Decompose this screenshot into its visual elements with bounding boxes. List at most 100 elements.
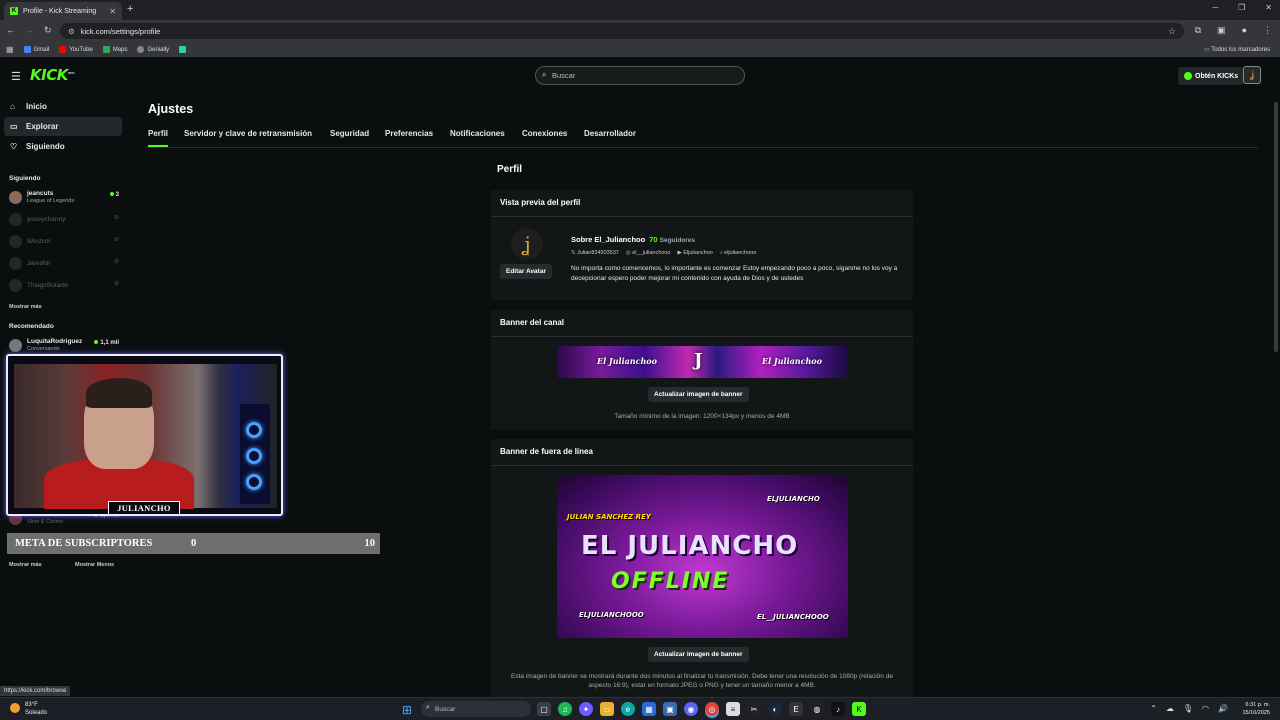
- live-dot-icon: [94, 340, 99, 344]
- tray-chevron-icon[interactable]: ⌃: [1150, 704, 1157, 713]
- volume-icon[interactable]: 🔊: [1218, 704, 1228, 713]
- app-icon[interactable]: ▣: [663, 702, 677, 716]
- copilot-icon[interactable]: ✦: [579, 702, 593, 716]
- webcam-overlay: JULIANCHO: [6, 354, 283, 516]
- avatar: [9, 339, 22, 352]
- avatar: [9, 213, 22, 226]
- extensions-icon[interactable]: ⧉: [1195, 25, 1201, 36]
- get-kicks-button[interactable]: Obtén KICKs: [1178, 67, 1245, 85]
- spotify-icon[interactable]: ♫: [558, 702, 572, 716]
- channel-recommended[interactable]: LuquitaRodriguez Conversando 1,1 mil: [9, 337, 121, 355]
- search-icon: ⌕: [426, 704, 430, 711]
- menu-icon[interactable]: ⋮: [1263, 25, 1272, 36]
- forward-icon[interactable]: →: [25, 25, 34, 36]
- url-input[interactable]: ⚙ kick.com/settings/profile ☆: [60, 23, 1184, 39]
- bookmark-maps[interactable]: Maps: [102, 46, 127, 53]
- edit-avatar-button[interactable]: Editar Avatar: [500, 264, 552, 279]
- sidebar-item-siguiendo[interactable]: ♡ Siguiendo: [4, 137, 122, 156]
- clock[interactable]: 6:31 p. m. 15/10/2025: [1242, 701, 1270, 717]
- hamburger-menu-icon[interactable]: ☰: [11, 70, 21, 83]
- channel-offline[interactable]: Westcol ⊘: [9, 233, 121, 251]
- minimize-icon[interactable]: ─: [1212, 3, 1218, 12]
- sidebar-item-explorar[interactable]: ▭ Explorar: [4, 117, 122, 136]
- close-tab-icon[interactable]: ✕: [109, 7, 116, 16]
- sidepanel-icon[interactable]: ▣: [1217, 25, 1226, 36]
- mic-icon[interactable]: 🎙: [1183, 704, 1193, 713]
- notepad-icon[interactable]: ≡: [726, 702, 740, 716]
- channel-offline[interactable]: yooeychanny ⊘: [9, 211, 121, 229]
- apps-icon[interactable]: ▦: [6, 45, 14, 54]
- update-channel-banner-button[interactable]: Actualizar imagen de banner: [648, 387, 749, 402]
- status-url: https://kick.com/browse: [0, 686, 71, 696]
- windows-start-icon[interactable]: ⊞: [402, 703, 412, 717]
- discord-icon[interactable]: ◉: [684, 702, 698, 716]
- tab-notificaciones[interactable]: Notificaciones: [450, 129, 505, 138]
- show-more-recommended[interactable]: Mostrar más: [9, 562, 42, 568]
- edge-icon[interactable]: e: [621, 702, 635, 716]
- channel-banner-hint: Tamaño mínimo de la imagen: 1200×134px y…: [614, 413, 790, 420]
- steam-icon[interactable]: ◐: [768, 702, 782, 716]
- update-offline-banner-button[interactable]: Actualizar imagen de banner: [648, 647, 749, 662]
- user-avatar[interactable]: ʝ: [1243, 66, 1261, 84]
- bookmark-gmail[interactable]: Gmail: [23, 46, 49, 53]
- show-more-following[interactable]: Mostrar más: [9, 304, 42, 310]
- kick-app-icon[interactable]: K: [852, 702, 866, 716]
- browser-tab[interactable]: K Profile - Kick Streaming ✕: [4, 2, 122, 20]
- kick-logo[interactable]: KICKBETA: [30, 66, 75, 84]
- social-tiktok[interactable]: ♪ eljulianchooo: [720, 250, 756, 256]
- tab-perfil[interactable]: Perfil: [148, 129, 169, 147]
- bookmark-extra[interactable]: [179, 46, 187, 53]
- site-info-icon[interactable]: ⚙: [68, 27, 75, 36]
- channel-jeancuts[interactable]: jeancuts League of Legends 3: [9, 189, 121, 207]
- search-input[interactable]: ⌕ Buscar: [535, 66, 745, 85]
- bookmark-youtube[interactable]: YouTube: [59, 46, 93, 53]
- task-view-icon[interactable]: ▢: [537, 702, 551, 716]
- show-less-recommended[interactable]: Mostrar Menos: [75, 562, 114, 568]
- taskbar-search[interactable]: ⌕ Buscar: [421, 701, 531, 717]
- channel-offline[interactable]: Jaredhh ⊘: [9, 255, 121, 273]
- social-x[interactable]: 𝕏 Julian834503537: [571, 250, 619, 256]
- avatar: [9, 235, 22, 248]
- tab-desarrollador[interactable]: Desarrollador: [584, 129, 636, 138]
- tiktok-icon[interactable]: ♪: [831, 702, 845, 716]
- tab-servidor[interactable]: Servidor y clave de retransmisión: [184, 129, 312, 138]
- new-tab-icon[interactable]: +: [127, 3, 133, 15]
- bookmark-star-icon[interactable]: ☆: [1168, 26, 1176, 37]
- url-text: kick.com/settings/profile: [80, 26, 161, 36]
- channel-offline[interactable]: ThiagoSotarte ⊘: [9, 277, 121, 295]
- tab-preferencias[interactable]: Preferencias: [385, 129, 433, 138]
- obs-icon[interactable]: ◍: [810, 702, 824, 716]
- all-bookmarks[interactable]: ▭ Todos los marcadores: [1204, 46, 1270, 53]
- chrome-icon[interactable]: ◎: [705, 702, 719, 716]
- bookmark-genially[interactable]: Genially: [137, 46, 169, 53]
- file-explorer-icon[interactable]: ▭: [600, 702, 614, 716]
- weather-widget[interactable]: 83°F Soleado: [10, 701, 47, 717]
- reload-icon[interactable]: ↻: [44, 25, 52, 36]
- streamer-hair: [86, 378, 152, 408]
- tab-seguridad[interactable]: Seguridad: [330, 129, 369, 138]
- avatar: [9, 257, 22, 270]
- tab-conexiones[interactable]: Conexiones: [522, 129, 567, 138]
- scrollbar[interactable]: [1274, 102, 1278, 352]
- compass-icon: ▭: [10, 122, 18, 131]
- profile-name-line: Sobre El_Julianchoo 70 Seguidores: [571, 235, 696, 244]
- social-instagram[interactable]: ◎ el__julianchooo: [626, 250, 671, 256]
- divider: [491, 465, 913, 466]
- profile-icon[interactable]: ●: [1242, 25, 1247, 36]
- social-youtube[interactable]: ▶ Eljulianchoo: [677, 250, 712, 256]
- heart-icon: ♡: [10, 142, 18, 151]
- back-icon[interactable]: ←: [6, 25, 15, 36]
- wifi-icon[interactable]: ◠: [1202, 704, 1209, 713]
- capcut-icon[interactable]: ✂: [747, 702, 761, 716]
- offline-banner-image: JULIAN SANCHEZ REY ELJULIANCHO EL JULIAN…: [557, 475, 848, 638]
- taskbar: 83°F Soleado ⊞ ⌕ Buscar ▢ ♫ ✦ ▭ e ▦ ▣ ◉ …: [0, 697, 1280, 720]
- cloud-icon[interactable]: ☁: [1166, 704, 1174, 713]
- epic-icon[interactable]: E: [789, 702, 803, 716]
- sidebar-item-inicio[interactable]: ⌂ Inicio: [4, 97, 122, 116]
- close-window-icon[interactable]: ✕: [1265, 3, 1272, 12]
- profile-avatar: ʝ: [511, 228, 543, 260]
- store-icon[interactable]: ▦: [642, 702, 656, 716]
- cam-name-tag: JULIANCHO: [108, 501, 180, 514]
- restore-icon[interactable]: ❐: [1238, 3, 1245, 12]
- divider: [491, 336, 913, 337]
